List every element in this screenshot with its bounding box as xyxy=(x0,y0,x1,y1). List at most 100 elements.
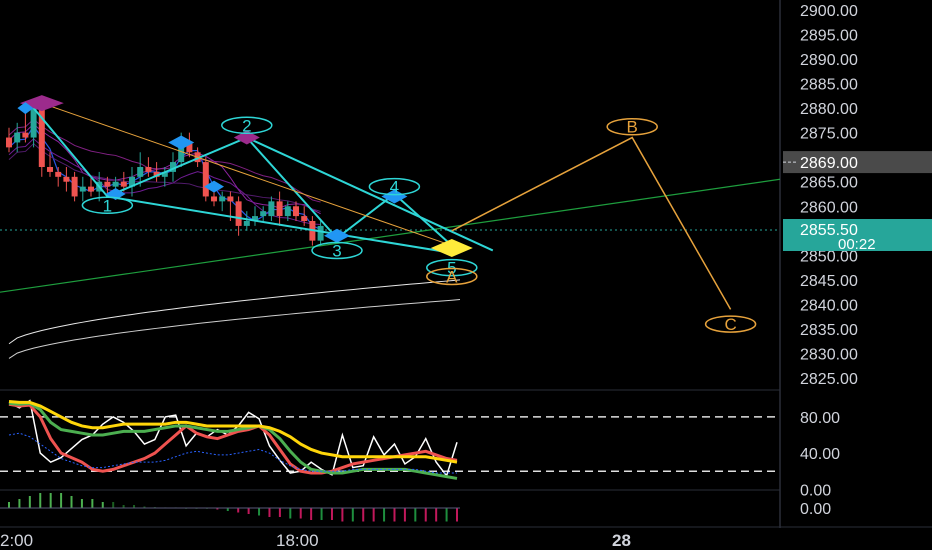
trading-chart[interactable]: 12345ABC 2900.00 2895.00 2890.00 2885.00 288… xyxy=(0,0,932,550)
price-tick-label: 2880.00 xyxy=(800,101,858,118)
histogram-panel xyxy=(0,493,460,522)
price-badge-text: 2869.00 xyxy=(800,155,858,172)
channel-line xyxy=(246,136,494,252)
price-tick-label: 2830.00 xyxy=(800,347,858,364)
wave-label: 4 xyxy=(390,178,399,197)
histogram-bar xyxy=(299,508,302,519)
candle-body xyxy=(63,176,70,182)
chart-canvas[interactable]: 12345ABC 2900.002895.002890.002885.00288… xyxy=(0,0,932,550)
time-tick-label: 2:00 xyxy=(0,531,33,550)
price-tick-label: 2875.00 xyxy=(800,126,858,143)
candle-body xyxy=(104,181,111,187)
price-tick-label: 2885.00 xyxy=(800,77,858,94)
histogram-bar xyxy=(80,499,83,508)
wave-label: B xyxy=(627,118,638,137)
indicator-lines xyxy=(0,118,781,359)
candle-body xyxy=(88,186,94,192)
wave-annotations: 12345ABC xyxy=(17,95,757,334)
oscillator-series-line xyxy=(8,402,458,475)
price-tick-label: 2825.00 xyxy=(800,371,858,388)
moving-average-line xyxy=(8,118,321,203)
wave-label: A xyxy=(446,267,458,286)
wave-label: C xyxy=(724,315,736,334)
candle-body xyxy=(243,221,250,226)
histogram-bar xyxy=(247,508,250,514)
histogram-bar xyxy=(60,493,63,508)
histogram-bar xyxy=(237,508,240,513)
wave-label: 2 xyxy=(242,116,251,135)
candle-body xyxy=(284,206,291,217)
histogram-bar xyxy=(101,502,104,508)
histogram-bar xyxy=(112,502,115,508)
histogram-bar xyxy=(91,499,94,508)
histogram-bar xyxy=(445,508,448,522)
histogram-bar xyxy=(320,508,323,520)
histogram-bar xyxy=(414,508,417,522)
oscillator-panel xyxy=(0,399,780,480)
candle-body xyxy=(202,162,209,197)
candle-body xyxy=(227,196,234,202)
price-tick-label: 2840.00 xyxy=(800,297,858,314)
countdown-text: 00:22 xyxy=(838,236,876,253)
candle-body xyxy=(211,196,217,202)
bottom-marker-diamond xyxy=(430,239,473,257)
oscillator-tick-label: 80.00 xyxy=(800,410,840,427)
price-tick-label: 2900.00 xyxy=(800,3,858,20)
histogram-bar xyxy=(393,508,396,522)
histogram-bar xyxy=(268,508,271,517)
price-tick-label: 2835.00 xyxy=(800,322,858,339)
oscillator-series-line xyxy=(8,432,457,474)
histogram-bar xyxy=(49,493,52,508)
histogram-bar xyxy=(310,508,313,520)
histogram-tick-label: 0.00 xyxy=(800,501,831,518)
histogram-bar xyxy=(372,508,375,522)
candle-body xyxy=(276,201,283,217)
candle-body xyxy=(120,181,127,187)
candle-body xyxy=(112,181,119,187)
candle-body xyxy=(301,216,308,221)
candle-body xyxy=(317,225,324,241)
histogram-bar xyxy=(278,508,281,517)
histogram-bar xyxy=(424,508,427,522)
candle-body xyxy=(14,132,21,143)
histogram-bar xyxy=(341,508,344,522)
candle-body xyxy=(293,206,299,217)
candle-body xyxy=(30,108,37,138)
price-axis: 2900.002895.002890.002885.002880.002875.… xyxy=(0,3,932,550)
candle-body xyxy=(38,103,45,167)
candle-body xyxy=(268,201,275,217)
histogram-bar xyxy=(28,496,31,508)
price-tick-label: 2890.00 xyxy=(800,52,858,69)
candle-body xyxy=(235,201,242,226)
histogram-bar xyxy=(39,493,42,508)
price-tick-label: 2845.00 xyxy=(800,273,858,290)
candle-body xyxy=(71,176,78,197)
candle-body xyxy=(145,167,152,172)
histogram-bar xyxy=(362,508,365,522)
histogram-bar xyxy=(18,499,21,508)
candle-body xyxy=(260,211,267,217)
oscillator-tick-label: 40.00 xyxy=(800,446,840,463)
abc-projection-path xyxy=(451,136,732,310)
histogram-bar xyxy=(258,508,261,516)
wave-label: 1 xyxy=(103,196,112,215)
candle-body xyxy=(22,132,29,138)
oscillator-series-line xyxy=(8,401,458,480)
candle-body xyxy=(79,186,86,192)
histogram-bar xyxy=(435,508,438,522)
candle-body xyxy=(47,167,53,172)
histogram-bar xyxy=(70,496,73,508)
time-tick-label: 18:00 xyxy=(276,531,319,550)
histogram-bar xyxy=(383,508,386,522)
histogram-bar xyxy=(8,502,10,508)
price-tick-label: 2860.00 xyxy=(800,199,858,216)
oscillator-tick-label: 0.00 xyxy=(800,482,831,499)
oscillator-series-line xyxy=(8,399,458,478)
candle-body xyxy=(55,171,62,177)
price-tick-label: 2895.00 xyxy=(800,27,858,44)
histogram-bar xyxy=(351,508,354,522)
wave-label: 3 xyxy=(332,241,341,260)
long-ma-line xyxy=(8,279,461,345)
time-tick-label: 28 xyxy=(612,531,631,550)
candle-body xyxy=(137,167,144,177)
